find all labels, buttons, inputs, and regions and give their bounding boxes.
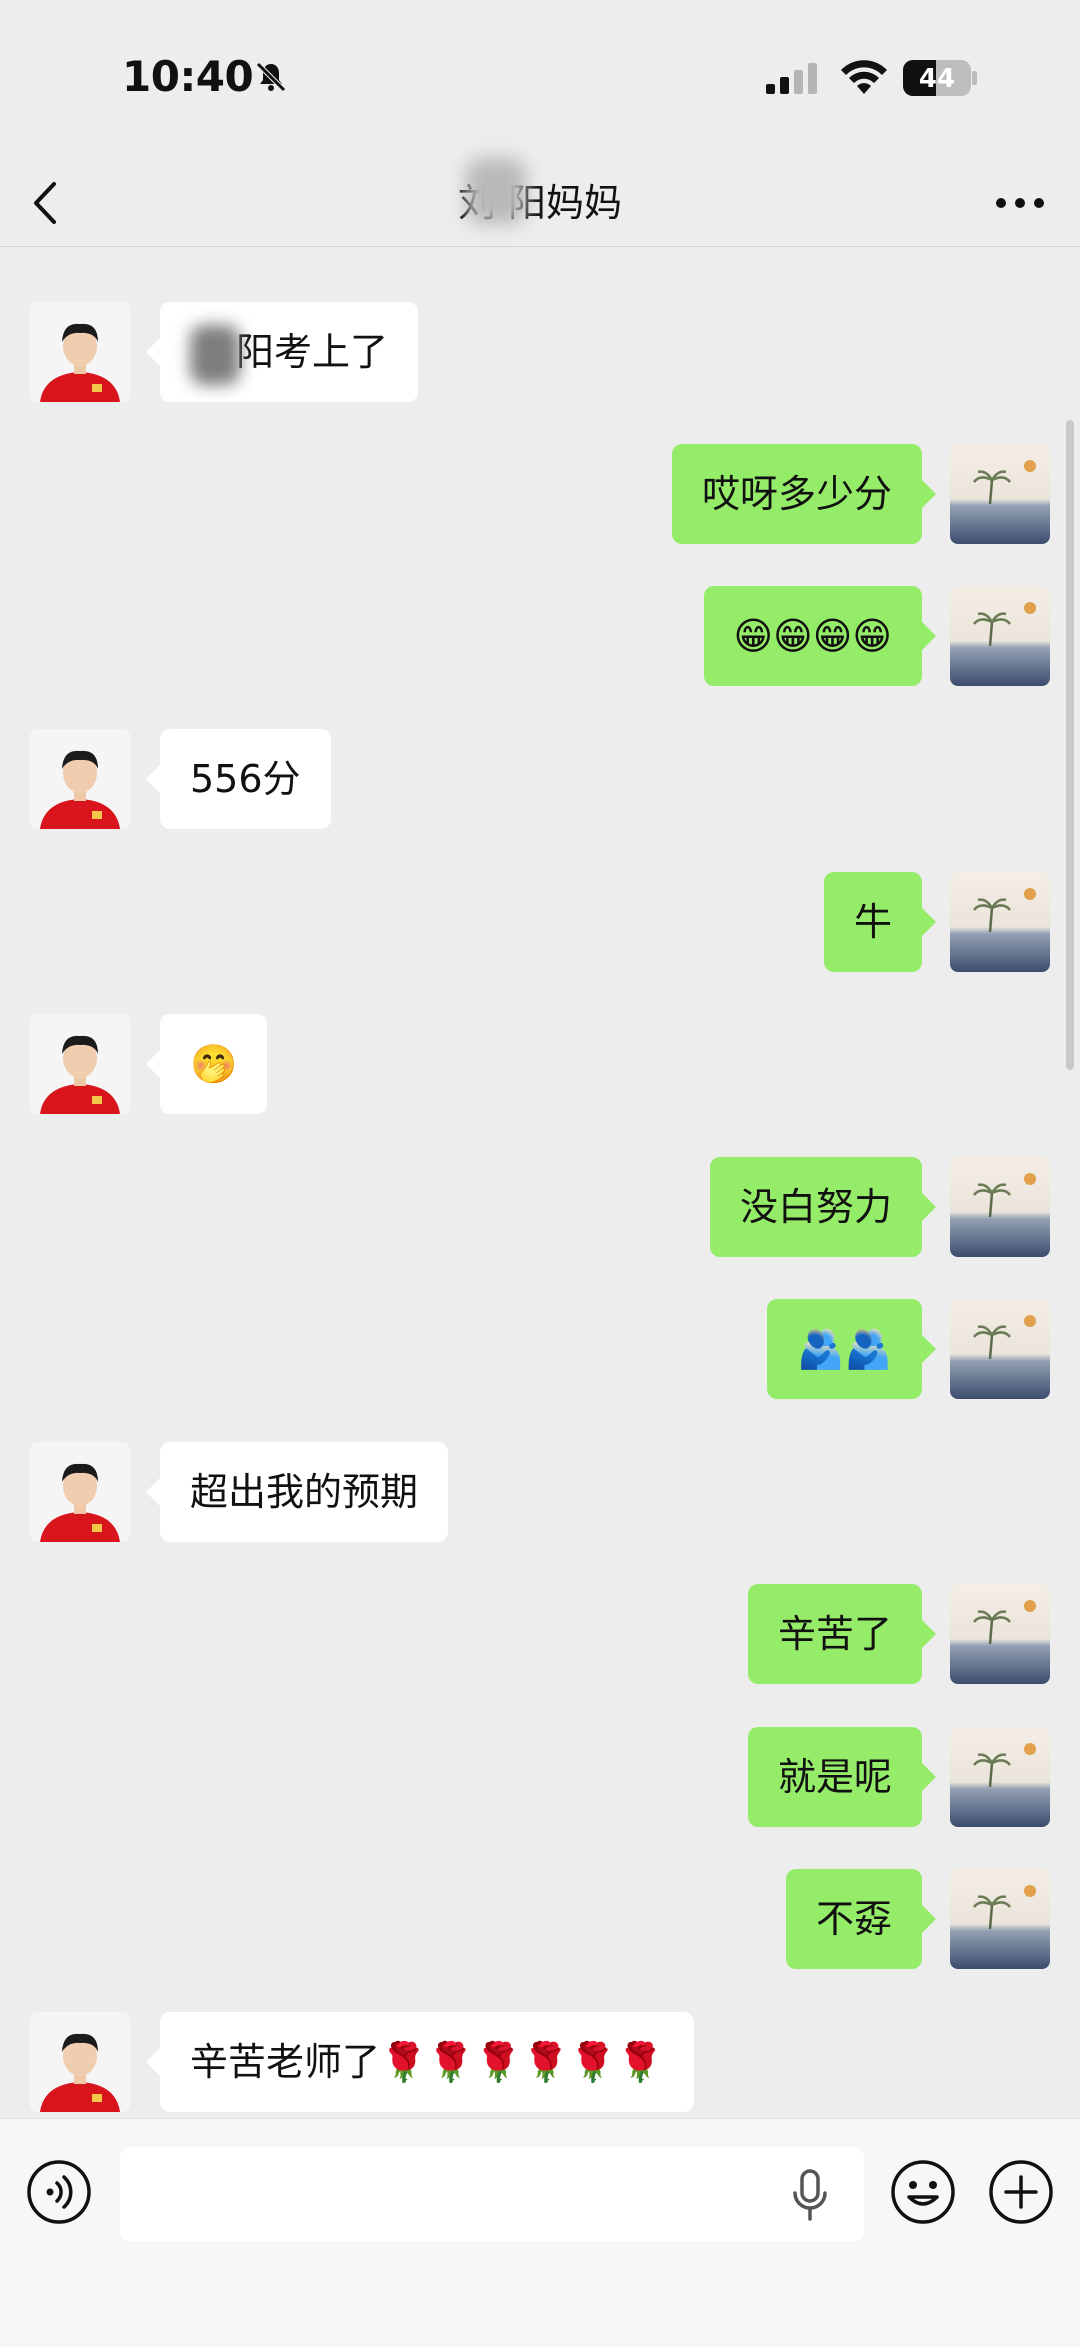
message-bubble[interactable]: 🫂🫂 [767,1299,936,1399]
contact-avatar[interactable] [30,1014,130,1114]
message-bubble[interactable]: 哎呀多少分 [671,444,937,544]
message-bubble[interactable]: 没白努力 [709,1157,937,1257]
message-bubble[interactable]: 556分 [146,729,331,829]
message-text: 辛苦老师了🌹🌹🌹🌹🌹🌹 [190,2040,664,2084]
status-bar: 10:40 44 [0,0,1080,160]
message-bubble[interactable]: 辛苦了 [747,1584,937,1684]
message-text: 辛苦了 [777,1612,892,1656]
bell-muted-icon [256,62,286,92]
contact-avatar[interactable] [30,2012,130,2112]
scrollbar[interactable] [1066,420,1074,1070]
my-avatar[interactable] [950,1299,1050,1399]
my-avatar[interactable] [950,872,1050,972]
message-bubble[interactable]: 辛苦老师了🌹🌹🌹🌹🌹🌹 [146,2012,694,2112]
message-text: 哎呀多少分 [701,472,892,516]
redaction-blur [466,158,526,224]
message-bubble[interactable]: 🤭 [145,1014,268,1114]
more-icon [996,198,1044,208]
wifi-icon [841,60,887,94]
message-bubble[interactable]: 超出我的预期 [145,1442,449,1542]
plus-icon[interactable] [988,2159,1054,2225]
message-bubble[interactable]: 不孬 [785,1869,937,1969]
my-avatar[interactable] [950,586,1050,686]
message-text: 不孬 [815,1897,892,1941]
mic-icon[interactable] [790,2167,830,2223]
message-text: 🤭 [190,1042,238,1086]
redaction-blur [190,324,240,385]
message-bubble[interactable]: 牛 [823,872,937,972]
message-text: 🫂🫂 [797,1327,892,1371]
input-bar [0,2118,1080,2347]
timestamp-divider [0,224,1080,248]
message-input[interactable] [120,2147,864,2241]
message-bubble[interactable]: 就是呢 [747,1727,937,1827]
my-avatar[interactable] [950,1727,1050,1827]
message-bubble[interactable]: 😁😁😁😁 [703,586,937,686]
message-text: 超出我的预期 [190,1470,419,1514]
my-avatar[interactable] [950,1869,1050,1969]
contact-avatar[interactable] [30,302,130,402]
message-bubble[interactable]: 阳考上了 [145,302,419,402]
message-text: 牛 [853,900,892,944]
message-text: 没白努力 [739,1185,892,1229]
message-text: 阳考上了 [236,330,389,374]
battery-level: 44 [919,64,955,94]
status-time: 10:40 [122,52,254,101]
battery-icon: 44 [903,60,977,96]
contact-avatar[interactable] [30,729,130,829]
contact-avatar[interactable] [30,1442,130,1542]
message-text: 😁😁😁😁 [733,614,892,658]
my-avatar[interactable] [950,444,1050,544]
message-text: 556分 [190,757,301,801]
my-avatar[interactable] [950,1157,1050,1257]
signal-icon [766,63,817,94]
message-text: 就是呢 [777,1755,892,1799]
voice-icon[interactable] [26,2159,92,2225]
my-avatar[interactable] [950,1584,1050,1684]
emoji-icon[interactable] [890,2159,956,2225]
